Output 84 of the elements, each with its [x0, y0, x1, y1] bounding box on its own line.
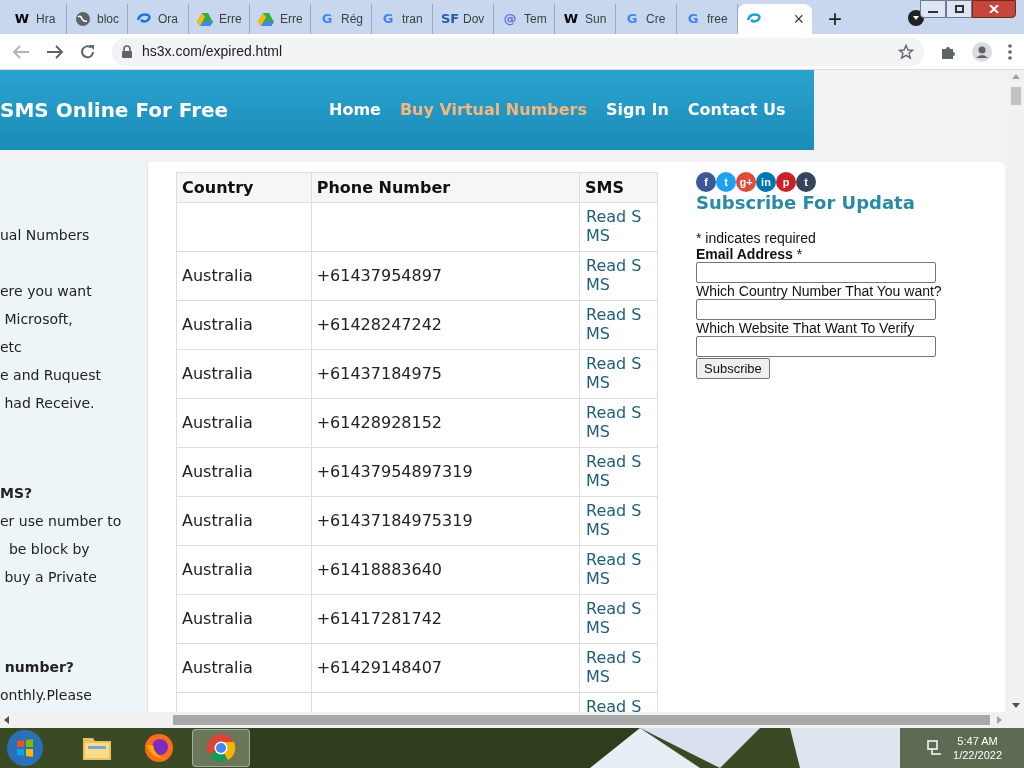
sidebar-text: had Receive. — [3, 394, 96, 413]
sidebar-text: be block by — [7, 540, 91, 559]
close-tab-icon[interactable]: × — [793, 11, 804, 27]
field-label: Which Website That Want To Verify — [696, 320, 916, 336]
profile-icon[interactable] — [972, 41, 992, 62]
favicon-icon: G — [624, 11, 640, 27]
sidebar-text: e and Ruquest — [0, 366, 102, 385]
table-cell: Australia — [176, 300, 312, 350]
scroll-left-icon[interactable] — [4, 716, 9, 724]
favicon-icon: SF — [441, 11, 457, 27]
social-icon[interactable]: t — [796, 172, 816, 192]
taskbar-app-button[interactable] — [192, 729, 250, 767]
sidebar-text: er use number to — [0, 512, 123, 531]
table-cell: +61417281742 — [311, 594, 580, 644]
table-cell: +61428247242 — [311, 300, 580, 350]
favicon-icon: W — [563, 11, 579, 27]
favicon-icon: W — [14, 11, 30, 27]
vertical-scrollbar[interactable] — [1008, 70, 1024, 712]
table-cell: Australia — [176, 643, 312, 693]
table-cell: +61418883640 — [311, 545, 580, 595]
sidebar-text: ere you want — [0, 282, 93, 301]
table-cell: +61437184975 — [311, 349, 580, 399]
browser-tab[interactable]: × — [738, 4, 812, 34]
favicon-icon: G — [319, 11, 335, 27]
chrome-icon — [206, 733, 236, 763]
sidebar-text: buy a Private — [3, 568, 98, 587]
table-cell: +61429148407 — [311, 643, 580, 693]
table-cell: +61428928152 — [311, 398, 580, 448]
column-header: Country — [176, 172, 312, 203]
sidebar-text: ual Numbers — [0, 226, 91, 245]
horizontal-scrollbar[interactable] — [0, 712, 1024, 728]
social-icon[interactable]: f — [696, 172, 716, 192]
lock-icon — [122, 45, 132, 58]
table-cell: Australia — [176, 545, 312, 595]
scrollbar-thumb[interactable] — [1011, 87, 1021, 105]
table-cell: Australia — [176, 447, 312, 497]
table-cell: +61437954897319 — [311, 447, 580, 497]
field-label: Which Country Number That You want? — [696, 283, 942, 299]
sidebar-heading: MS? — [0, 484, 34, 503]
required-note: * indicates required — [696, 230, 817, 246]
sidebar-text: etc — [0, 338, 23, 357]
table-cell: Australia — [176, 251, 312, 301]
subscribe-button[interactable]: Subscribe — [696, 358, 770, 379]
minimize-button[interactable] — [920, 0, 946, 18]
sidebar-heading: number? — [3, 658, 75, 677]
field-label: Email Address * — [696, 246, 804, 262]
close-icon — [989, 5, 999, 13]
table-cell: Australia — [176, 398, 312, 448]
scroll-down-icon[interactable] — [1012, 703, 1020, 708]
input-field[interactable] — [696, 299, 936, 320]
subscribe-heading: Subscribe For Updata — [696, 192, 916, 214]
sidebar-text: Microsoft, — [3, 310, 74, 329]
input-field[interactable] — [696, 262, 936, 283]
input-field[interactable] — [696, 336, 936, 357]
reload-icon[interactable] — [80, 43, 96, 60]
favicon-icon: G — [685, 11, 701, 27]
url-text: hs3x.com/expired.html — [142, 42, 284, 61]
social-icon[interactable]: g+ — [736, 172, 756, 192]
start-orb-icon[interactable] — [6, 729, 44, 767]
scrollbar-thumb[interactable] — [173, 715, 990, 725]
column-header: SMS — [579, 172, 658, 203]
clock-time: 5:47 AM — [957, 734, 998, 748]
forward-icon[interactable] — [46, 43, 64, 60]
site-title: SMS Online For Free — [0, 97, 230, 124]
social-icon[interactable]: p — [776, 172, 796, 192]
table-cell: Australia — [176, 594, 312, 644]
social-icon[interactable]: in — [756, 172, 776, 192]
close-window-button[interactable] — [972, 0, 1016, 18]
table-cell: Australia — [176, 496, 312, 546]
column-header: Phone Number — [311, 172, 580, 203]
clock-date: 1/22/2022 — [953, 748, 1002, 762]
address-bar[interactable]: hs3x.com/expired.html — [112, 37, 924, 66]
table-cell: +61437954897 — [311, 251, 580, 301]
restore-button[interactable] — [946, 0, 972, 18]
new-tab-button[interactable]: + — [824, 8, 846, 30]
table-cell: +61437184975319 — [311, 496, 580, 546]
network-icon[interactable] — [927, 740, 944, 756]
table-cell: Australia — [176, 349, 312, 399]
menu-icon[interactable] — [1008, 43, 1012, 60]
favicon-icon: G — [380, 11, 396, 27]
firefox-icon — [144, 733, 174, 763]
favicon-icon: @ — [502, 11, 518, 27]
star-icon[interactable] — [898, 43, 914, 60]
sidebar-text: onthly.Please — [0, 686, 93, 705]
